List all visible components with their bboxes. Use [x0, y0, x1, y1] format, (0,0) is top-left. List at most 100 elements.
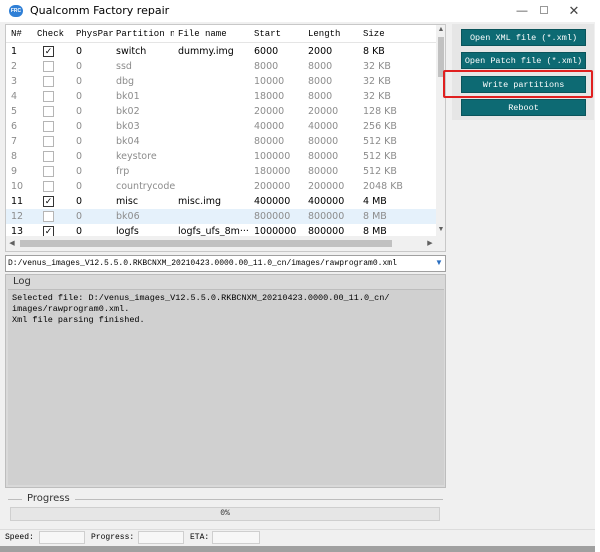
row-partition-name: switch — [116, 46, 147, 57]
progress-panel: Progress 0% — [5, 491, 446, 527]
table-row[interactable]: 5 0 bk02 20000 20000 128 KB — [6, 104, 436, 119]
col-header-partition[interactable]: Partition na — [116, 29, 174, 39]
scroll-thumb[interactable] — [20, 240, 392, 247]
col-header-length[interactable]: Length — [308, 29, 340, 39]
row-physpar: 0 — [76, 106, 83, 117]
row-checkbox[interactable] — [43, 91, 54, 102]
log-title: Log — [13, 276, 31, 287]
arrow-right-icon[interactable]: ▶ — [424, 236, 436, 251]
row-partition-name: bk02 — [116, 106, 140, 117]
col-header-start[interactable]: Start — [254, 29, 281, 39]
arrow-left-icon[interactable]: ◀ — [6, 236, 18, 251]
progress-percent: 0% — [220, 509, 230, 518]
table-row[interactable]: 3 0 dbg 10000 8000 32 KB — [6, 74, 436, 89]
table-row[interactable]: 1 0 switch dummy.img 6000 2000 8 KB ✓ — [6, 44, 436, 59]
row-checkbox[interactable] — [43, 211, 54, 222]
row-partition-name: bk06 — [116, 211, 140, 222]
row-physpar: 0 — [76, 166, 83, 177]
row-physpar: 0 — [76, 151, 83, 162]
row-start: 6000 — [254, 46, 279, 57]
row-length: 200000 — [308, 181, 345, 192]
row-checkbox[interactable] — [43, 106, 54, 117]
row-checkbox[interactable] — [43, 136, 54, 147]
open-xml-button[interactable]: Open XML file (*.xml) — [461, 29, 586, 46]
row-checkbox[interactable]: ✓ — [43, 46, 54, 57]
row-physpar: 0 — [76, 91, 83, 102]
row-number: 7 — [11, 136, 18, 147]
file-path-select[interactable]: D:/venus_images_V12.5.5.0.RKBCNXM_202104… — [5, 255, 446, 272]
eta-value-box — [212, 531, 260, 544]
table-row[interactable]: 2 0 ssd 8000 8000 32 KB — [6, 59, 436, 74]
row-checkbox[interactable] — [43, 76, 54, 87]
row-size: 256 KB — [363, 121, 397, 132]
row-checkbox[interactable] — [43, 166, 54, 177]
arrow-down-icon[interactable]: ▼ — [436, 225, 445, 235]
row-number: 6 — [11, 121, 18, 132]
arrow-up-icon[interactable]: ▲ — [436, 25, 445, 35]
close-button[interactable]: ✕ — [560, 1, 588, 21]
row-number: 5 — [11, 106, 18, 117]
row-number: 9 — [11, 166, 18, 177]
horizontal-scrollbar[interactable]: ◀ ▶ — [6, 236, 436, 251]
row-number: 12 — [11, 211, 24, 222]
maximize-icon — [540, 6, 548, 14]
highlight-box — [443, 70, 593, 98]
row-start: 800000 — [254, 211, 291, 222]
row-checkbox[interactable] — [43, 61, 54, 72]
row-size: 32 KB — [363, 91, 391, 102]
row-start: 100000 — [254, 151, 291, 162]
title-bar[interactable]: FRC Qualcomm Factory repair — ✕ — [0, 0, 600, 22]
table-row[interactable]: 6 0 bk03 40000 40000 256 KB — [6, 119, 436, 134]
row-checkbox[interactable] — [43, 151, 54, 162]
row-size: 32 KB — [363, 76, 391, 87]
table-row[interactable]: 4 0 bk01 18000 8000 32 KB — [6, 89, 436, 104]
row-partition-name: countrycode — [116, 181, 176, 192]
table-row[interactable]: 8 0 keystore 100000 80000 512 KB — [6, 149, 436, 164]
table-header: N# Check PhysPar Partition na File name … — [6, 25, 436, 43]
row-partition-name: frp — [116, 166, 130, 177]
row-checkbox[interactable] — [43, 181, 54, 192]
row-partition-name: misc — [116, 196, 139, 207]
reboot-button[interactable]: Reboot — [461, 99, 586, 116]
open-patch-button[interactable]: Open Patch file (*.xml) — [461, 52, 586, 69]
row-physpar: 0 — [76, 196, 83, 207]
table-row[interactable]: 11 0 misc misc.img 400000 400000 4 MB ✓ — [6, 194, 436, 209]
table-row[interactable]: 9 0 frp 180000 80000 512 KB — [6, 164, 436, 179]
row-checkbox[interactable] — [43, 121, 54, 132]
maximize-button[interactable] — [530, 1, 558, 21]
row-number: 2 — [11, 61, 18, 72]
row-file-name: dummy.img — [178, 46, 234, 57]
row-start: 8000 — [254, 61, 279, 72]
log-output[interactable]: Selected file: D:/venus_images_V12.5.5.0… — [8, 289, 444, 485]
row-start: 200000 — [254, 181, 291, 192]
col-header-number[interactable]: N# — [11, 29, 22, 39]
vertical-scrollbar[interactable]: ▲ ▼ — [436, 25, 445, 251]
table-row[interactable]: 10 0 countrycode 200000 200000 2048 KB — [6, 179, 436, 194]
row-size: 128 KB — [363, 106, 397, 117]
row-physpar: 0 — [76, 136, 83, 147]
row-length: 8000 — [308, 61, 333, 72]
row-length: 400000 — [308, 196, 345, 207]
app-logo-icon: FRC — [9, 5, 23, 17]
row-number: 4 — [11, 91, 18, 102]
row-size: 8 KB — [363, 46, 385, 57]
partition-table[interactable]: N# Check PhysPar Partition na File name … — [5, 24, 446, 252]
log-line: Selected file: D:/venus_images_V12.5.5.0… — [12, 293, 390, 303]
divider — [8, 499, 22, 500]
col-header-size[interactable]: Size — [363, 29, 385, 39]
row-length: 80000 — [308, 136, 339, 147]
row-file-name: misc.img — [178, 196, 222, 207]
col-header-physpar[interactable]: PhysPar — [76, 29, 114, 39]
row-start: 400000 — [254, 196, 291, 207]
log-panel: Log Selected file: D:/venus_images_V12.5… — [5, 274, 446, 488]
row-physpar: 0 — [76, 181, 83, 192]
col-header-filename[interactable]: File name — [178, 29, 227, 39]
col-header-check[interactable]: Check — [37, 29, 64, 39]
chevron-down-icon[interactable]: ▼ — [435, 258, 443, 267]
file-path-value: D:/venus_images_V12.5.5.0.RKBCNXM_202104… — [8, 259, 397, 268]
table-row[interactable]: 7 0 bk04 80000 80000 512 KB — [6, 134, 436, 149]
speed-label: Speed: — [5, 533, 34, 542]
row-length: 40000 — [308, 121, 339, 132]
row-checkbox[interactable]: ✓ — [43, 196, 54, 207]
table-row[interactable]: 12 0 bk06 800000 800000 8 MB — [6, 209, 436, 224]
